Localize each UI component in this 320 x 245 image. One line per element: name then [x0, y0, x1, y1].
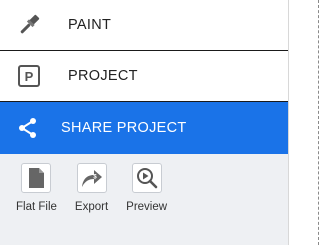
menu-item-label: PROJECT — [68, 68, 138, 84]
menu-item-share-project[interactable]: SHARE PROJECT — [0, 102, 288, 154]
paintbrush-icon — [15, 11, 43, 39]
preview-icon — [131, 163, 162, 193]
flat-file-icon — [21, 163, 52, 193]
side-menu-panel: PAINT P PROJECT SHARE PROJECT Flat File … — [0, 0, 289, 245]
export-label: Export — [74, 201, 109, 213]
menu-item-project[interactable]: P PROJECT — [0, 51, 288, 102]
project-icon: P — [15, 62, 43, 90]
preview-button[interactable]: Preview — [126, 163, 167, 213]
svg-text:P: P — [25, 69, 34, 84]
export-icon: $ — [76, 163, 107, 193]
share-tools-area: Flat File $ Export Preview — [0, 154, 288, 245]
export-button[interactable]: $ Export — [75, 163, 108, 213]
preview-label: Preview — [126, 201, 168, 213]
flat-file-label: Flat File — [16, 201, 57, 213]
menu-item-label: SHARE PROJECT — [61, 120, 187, 136]
menu-item-paint[interactable]: PAINT — [0, 0, 288, 51]
flat-file-button[interactable]: Flat File — [16, 163, 57, 213]
share-icon — [14, 114, 42, 142]
menu-item-label: PAINT — [68, 17, 112, 33]
